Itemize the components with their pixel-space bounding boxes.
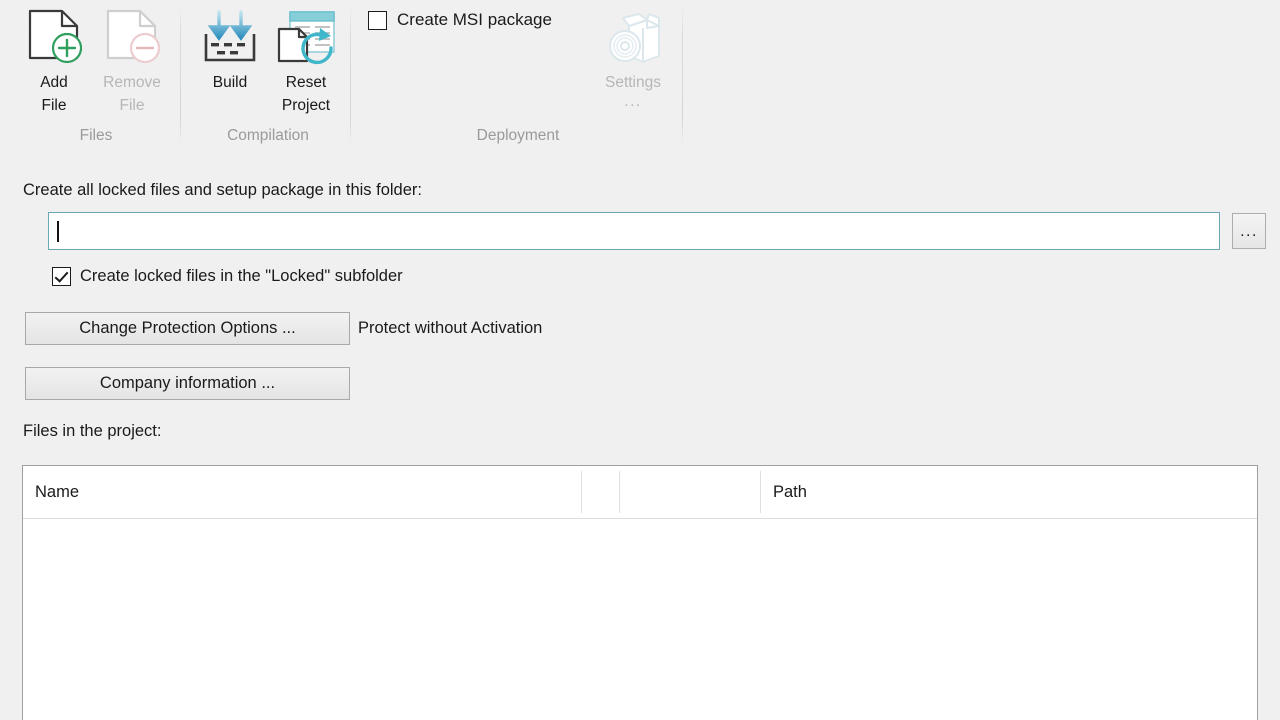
ribbon-separator-compilation xyxy=(350,6,351,144)
add-file-button[interactable]: Add File xyxy=(16,5,92,117)
company-information-button[interactable]: Company information ... xyxy=(25,367,350,400)
build-download-icon xyxy=(192,5,268,71)
text-caret xyxy=(57,220,59,242)
column-header-col3[interactable] xyxy=(620,466,760,518)
remove-file-label: Remove File xyxy=(103,74,161,114)
change-protection-options-button[interactable]: Change Protection Options ... xyxy=(25,312,350,345)
settings-label: Settings xyxy=(604,74,661,91)
build-label: Build xyxy=(212,74,248,91)
settings-button[interactable]: Settings ... xyxy=(592,5,674,110)
files-list-label: Files in the project: xyxy=(23,422,162,440)
locked-subfolder-checkbox-row[interactable]: Create locked files in the "Locked" subf… xyxy=(52,267,403,286)
protection-status-text: Protect without Activation xyxy=(358,319,543,337)
create-msi-package-label: Create MSI package xyxy=(397,10,552,29)
files-list-body[interactable] xyxy=(23,519,1257,720)
column-header-path[interactable]: Path xyxy=(761,466,1257,518)
build-button[interactable]: Build xyxy=(192,5,268,94)
document-remove-icon xyxy=(92,5,172,71)
package-disc-icon xyxy=(592,5,674,71)
group-label-files: Files xyxy=(79,127,113,144)
document-add-icon xyxy=(16,5,92,71)
group-label-compilation: Compilation xyxy=(227,127,309,144)
settings-overflow-label[interactable]: ... xyxy=(592,94,674,110)
browse-folder-button[interactable]: ... xyxy=(1232,213,1266,249)
files-list-header: Name Path xyxy=(23,466,1257,519)
remove-file-button[interactable]: Remove File xyxy=(92,5,172,117)
ribbon-toolbar: Add File Remove File Build Reset Project… xyxy=(0,0,1280,156)
create-msi-package-checkbox[interactable] xyxy=(368,10,387,30)
folder-field-label: Create all locked files and setup packag… xyxy=(23,181,422,199)
ribbon-separator-deployment xyxy=(682,6,683,144)
add-file-label: Add File xyxy=(40,74,68,114)
locked-subfolder-checkbox[interactable] xyxy=(52,267,71,286)
group-label-deployment: Deployment xyxy=(476,127,560,144)
files-list-view[interactable]: Name Path xyxy=(22,465,1258,720)
reset-project-button[interactable]: Reset Project xyxy=(266,5,346,117)
ribbon-separator-files xyxy=(180,6,181,144)
locked-subfolder-label: Create locked files in the "Locked" subf… xyxy=(80,267,403,285)
column-header-name[interactable]: Name xyxy=(23,466,581,518)
create-msi-package-checkbox-row[interactable]: Create MSI package xyxy=(368,10,552,30)
reset-project-label: Reset Project xyxy=(281,74,331,114)
reset-refresh-icon xyxy=(266,5,346,71)
protection-tool-window: Add File Remove File Build Reset Project… xyxy=(0,0,1280,720)
column-header-col2[interactable] xyxy=(582,466,619,518)
folder-path-input[interactable] xyxy=(48,212,1220,250)
